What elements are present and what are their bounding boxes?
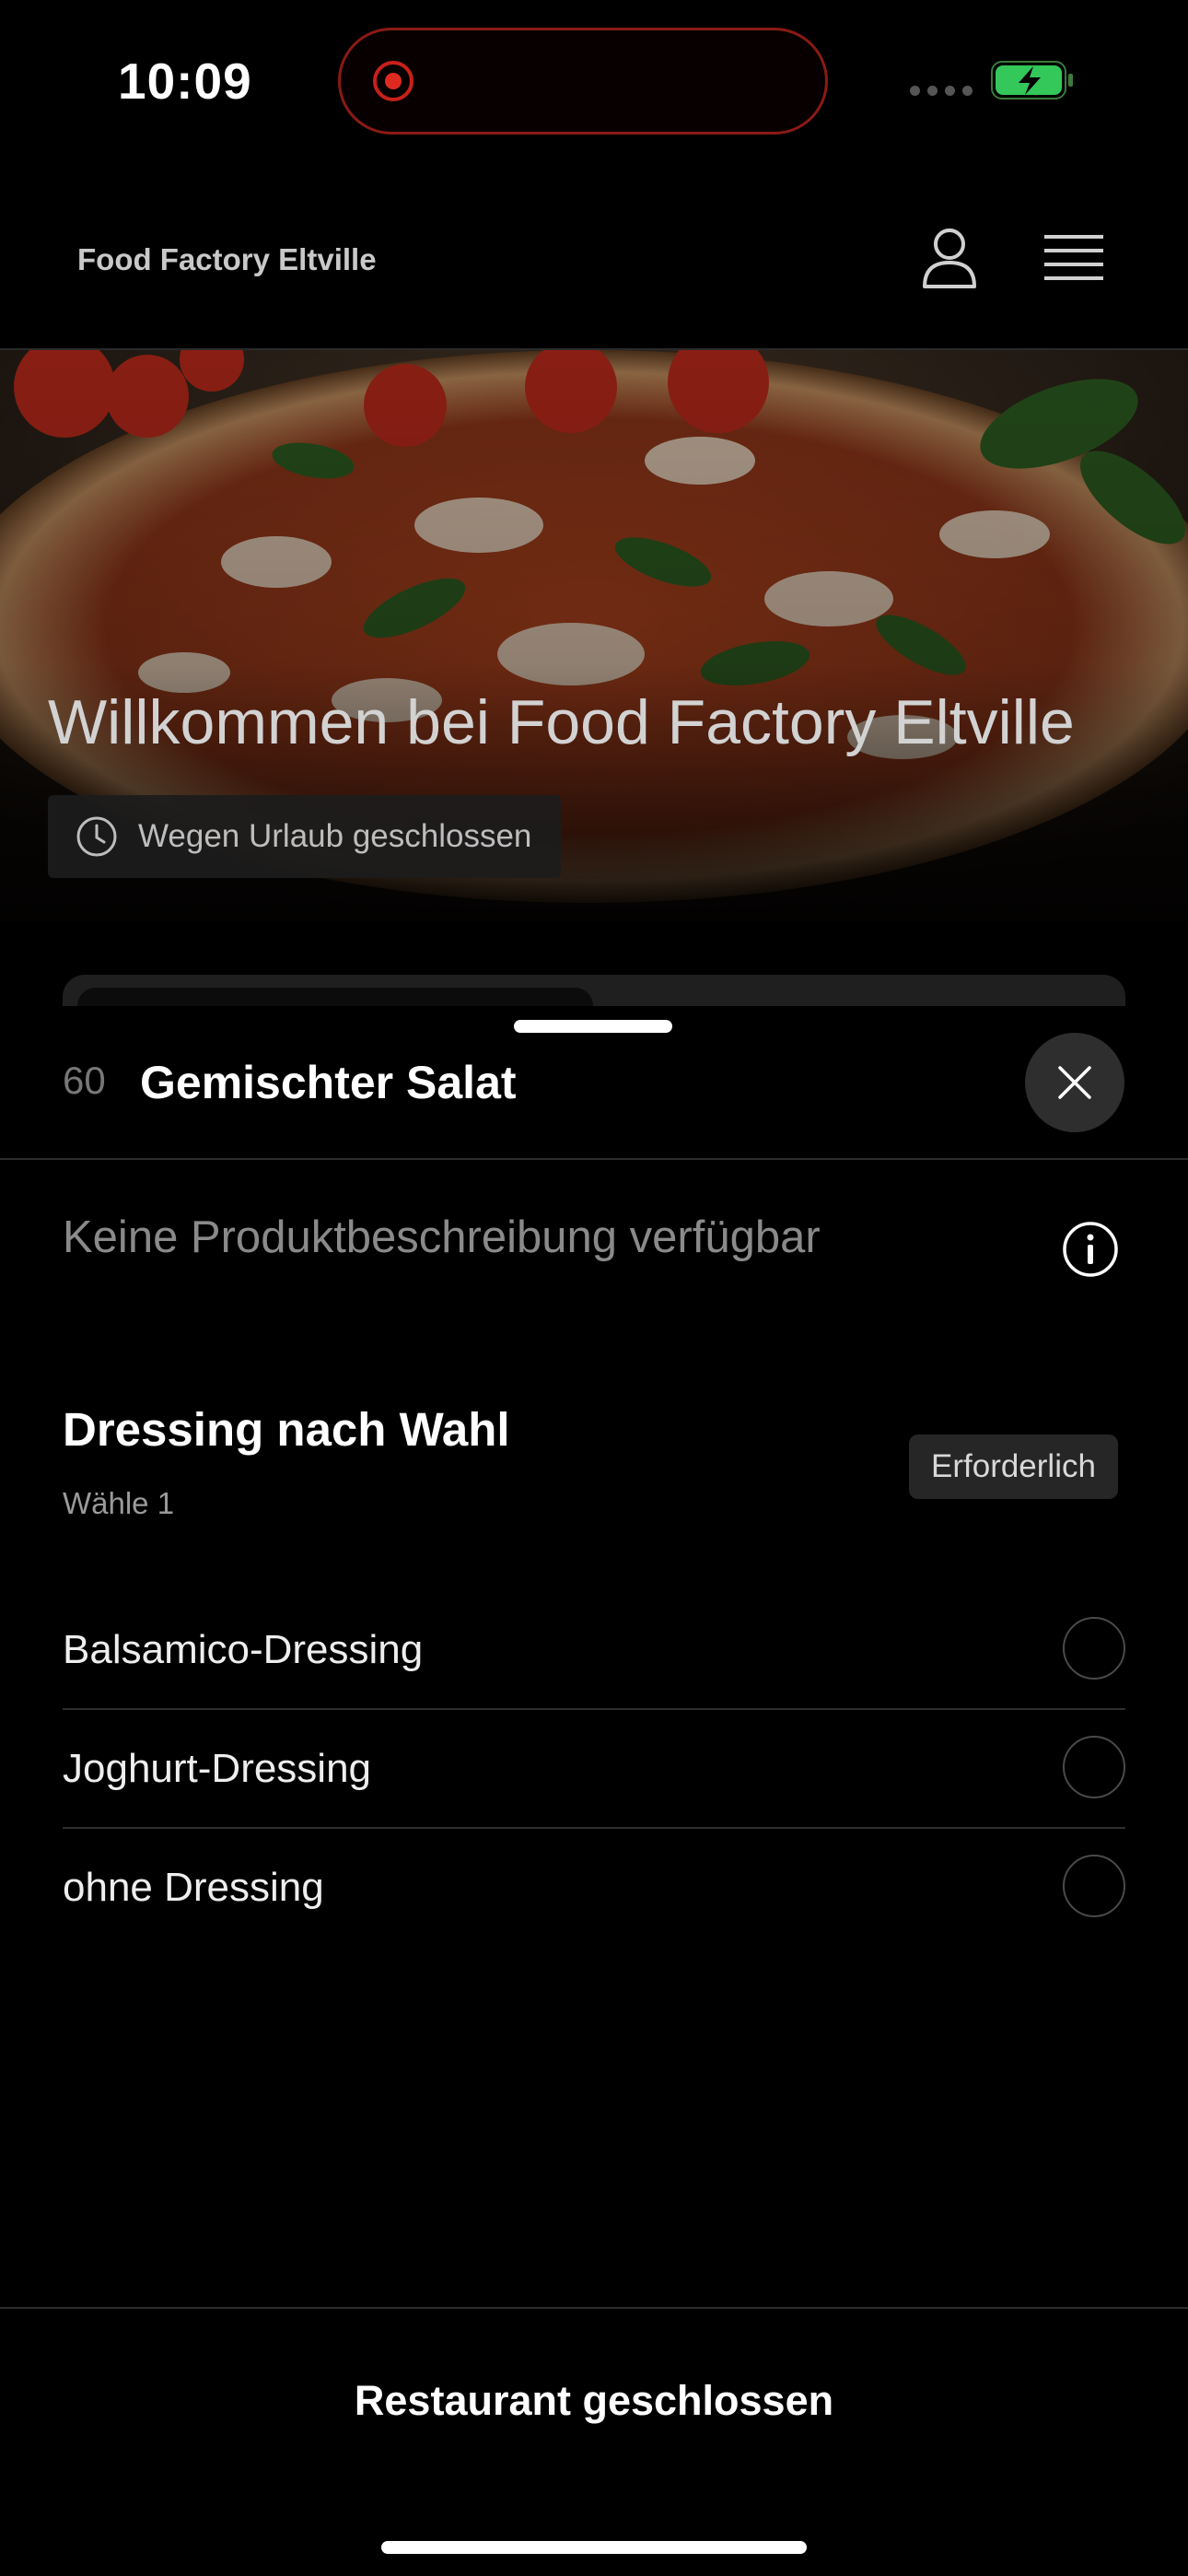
welcome-title: Willkommen bei Food Factory Eltville — [48, 687, 1075, 757]
option-label: Joghurt-Dressing — [63, 1745, 372, 1791]
radio-button[interactable] — [1063, 1736, 1125, 1798]
radio-button[interactable] — [1063, 1855, 1125, 1917]
screen-recording-icon — [373, 61, 413, 101]
cellular-signal-icon — [910, 86, 973, 96]
required-badge: Erforderlich — [909, 1434, 1118, 1499]
status-time: 10:09 — [118, 53, 252, 110]
option-label: ohne Dressing — [63, 1864, 324, 1910]
info-icon[interactable] — [1061, 1220, 1120, 1279]
status-badge: Wegen Urlaub geschlossen — [48, 795, 562, 878]
dynamic-island[interactable] — [338, 28, 828, 135]
footer-divider — [0, 2307, 1188, 2309]
product-number: 60 — [63, 1059, 106, 1102]
dressing-options: Balsamico-Dressing Joghurt-Dressing ohne… — [63, 1591, 1125, 1946]
status-text: Wegen Urlaub geschlossen — [138, 818, 532, 854]
battery-charging-icon — [991, 61, 1073, 100]
product-name: Gemischter Salat — [140, 1057, 517, 1108]
hamburger-menu-icon[interactable] — [1044, 233, 1103, 283]
divider — [0, 1158, 1188, 1160]
close-button[interactable] — [1025, 1033, 1124, 1132]
option-group-title: Dressing nach Wahl — [63, 1403, 510, 1456]
user-icon[interactable] — [921, 226, 978, 290]
status-bar: 10:09 — [0, 0, 1188, 161]
app-header: Food Factory Eltville — [0, 161, 1188, 350]
restaurant-name[interactable]: Food Factory Eltville — [77, 242, 377, 277]
restaurant-closed-button[interactable]: Restaurant geschlossen — [0, 2377, 1188, 2425]
radio-button[interactable] — [1063, 1617, 1125, 1680]
product-sheet: 60 Gemischter Salat Keine Produktbeschre… — [0, 1006, 1188, 2576]
product-description: Keine Produktbeschreibung verfügbar — [63, 1212, 821, 1262]
sheet-grabber[interactable] — [514, 1020, 672, 1033]
option-balsamico-dressing[interactable]: Balsamico-Dressing — [63, 1591, 1125, 1710]
option-label: Balsamico-Dressing — [63, 1626, 424, 1672]
home-indicator[interactable] — [381, 2541, 807, 2554]
option-ohne-dressing[interactable]: ohne Dressing — [63, 1829, 1125, 1946]
clock-icon — [76, 816, 117, 857]
hero-banner: Willkommen bei Food Factory Eltville Weg… — [0, 350, 1188, 921]
close-icon — [1058, 1066, 1091, 1099]
option-group-subtitle: Wähle 1 — [63, 1486, 175, 1520]
option-joghurt-dressing[interactable]: Joghurt-Dressing — [63, 1710, 1125, 1829]
